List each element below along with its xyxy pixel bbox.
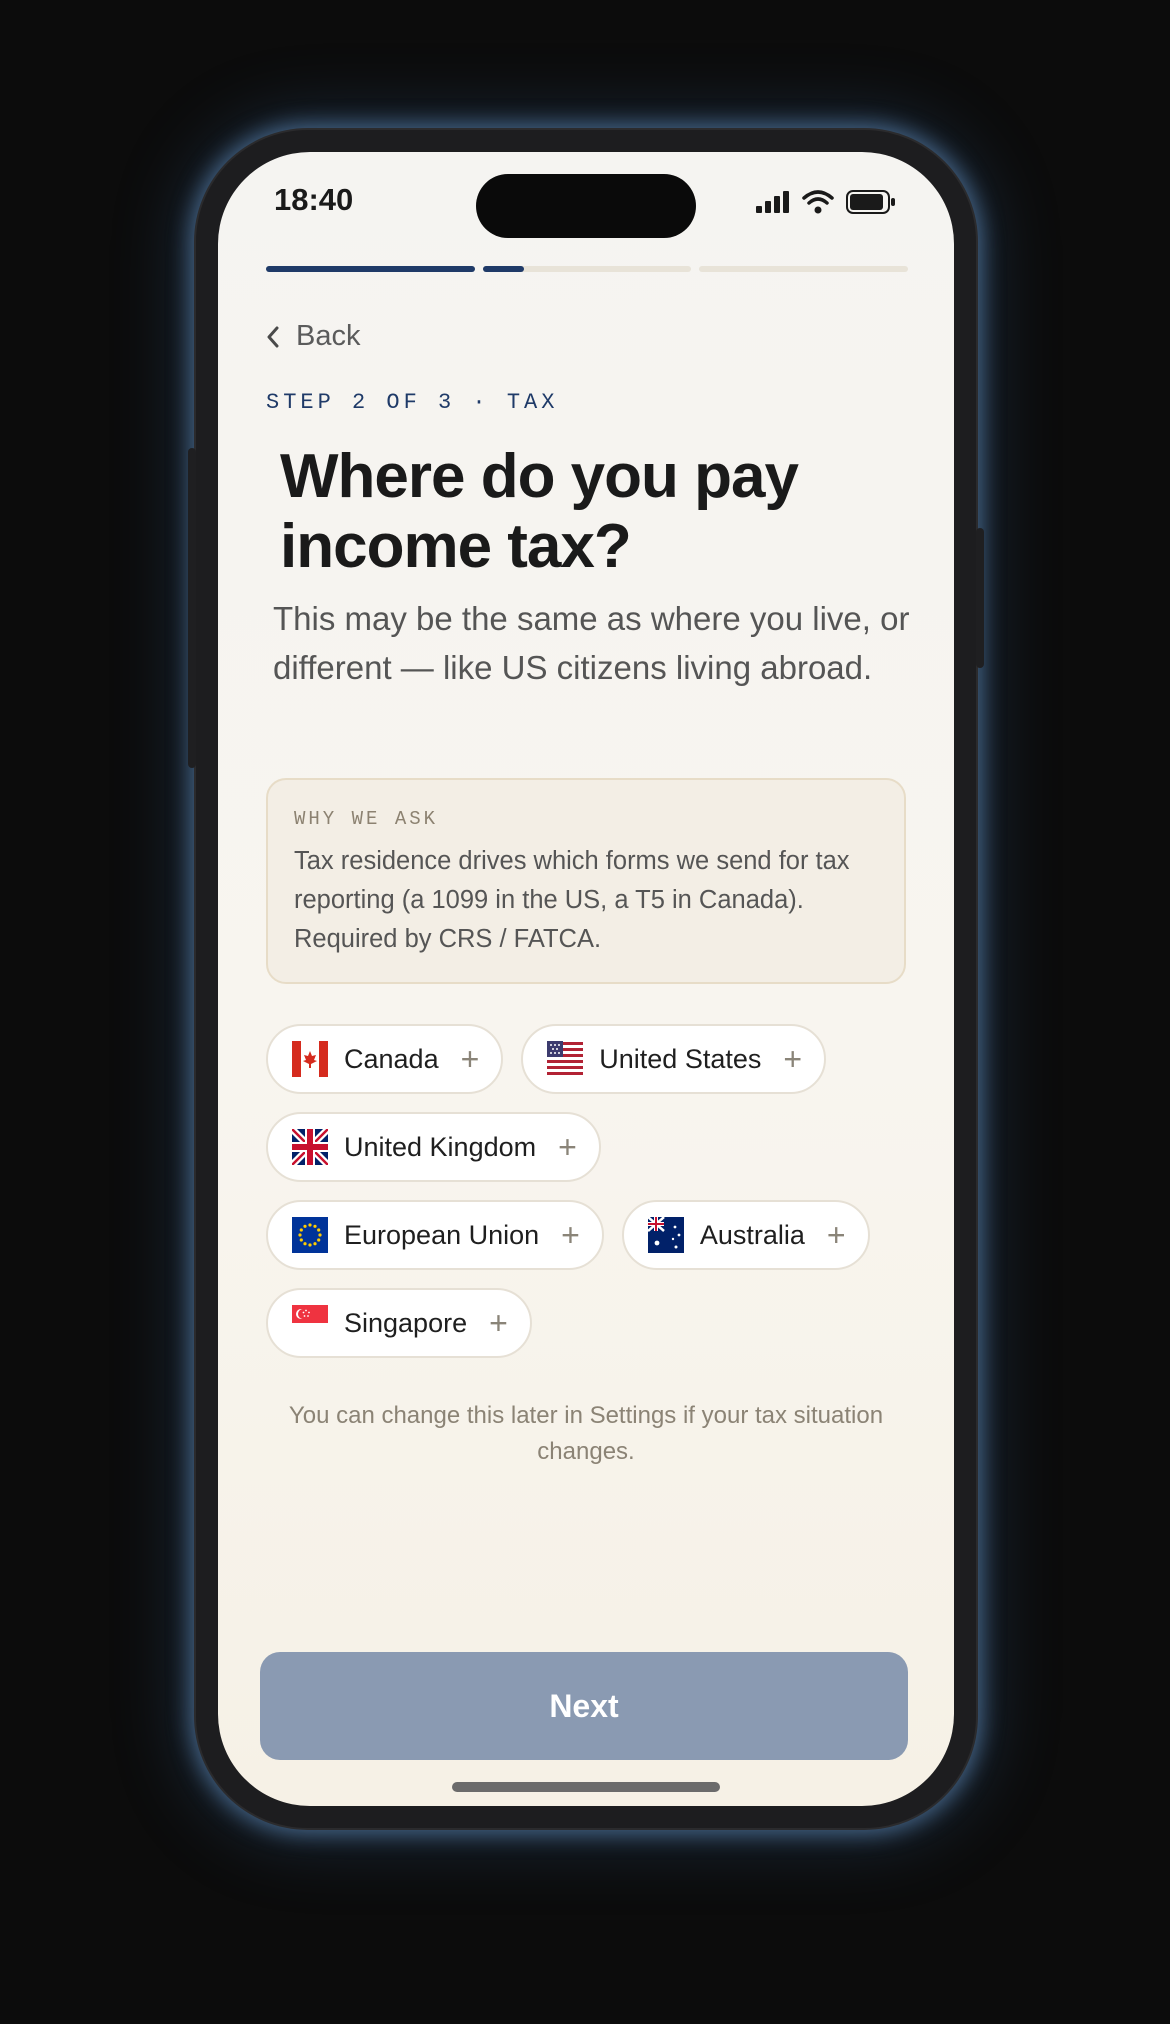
progress-segment	[699, 266, 908, 272]
australia-flag-icon	[647, 1217, 684, 1253]
back-button[interactable]: Back	[266, 320, 360, 353]
progress-bar	[266, 266, 908, 272]
next-button[interactable]: Next	[260, 1652, 908, 1760]
plus-icon: +	[561, 1217, 580, 1253]
screen: 18:40 Back STEP 2 OF 3 · TAX Where do yo…	[218, 152, 954, 1806]
uk-flag-icon	[292, 1129, 328, 1165]
country-chip-canada[interactable]: Canada +	[266, 1024, 504, 1094]
chip-label: Singapore	[344, 1307, 468, 1338]
chip-label: European Union	[344, 1219, 540, 1250]
country-chip-list: Canada + United States + United Kingdom …	[266, 1024, 916, 1358]
back-label: Back	[296, 320, 361, 352]
home-indicator[interactable]	[452, 1782, 720, 1792]
eu-flag-icon	[292, 1217, 328, 1253]
plus-icon: +	[489, 1305, 508, 1341]
country-chip-united-kingdom[interactable]: United Kingdom +	[266, 1112, 601, 1182]
progress-segment	[482, 266, 692, 272]
status-time: 18:40	[274, 182, 354, 217]
plus-icon: +	[460, 1041, 480, 1077]
plus-icon: +	[558, 1129, 577, 1165]
chip-label: United Kingdom	[344, 1131, 537, 1162]
country-chip-singapore[interactable]: Singapore +	[266, 1288, 532, 1358]
country-chip-australia[interactable]: Australia +	[621, 1200, 870, 1270]
us-flag-icon	[547, 1041, 584, 1077]
signal-icon	[756, 191, 789, 213]
page-subtitle: This may be the same as where you live, …	[273, 600, 910, 686]
chip-label: United States	[599, 1043, 762, 1074]
settings-footnote: You can change this later in Settings if…	[288, 1402, 884, 1465]
status-icons	[756, 190, 896, 214]
power-button	[976, 528, 984, 668]
plus-icon: +	[783, 1041, 803, 1077]
info-heading: WHY WE ASK	[294, 808, 439, 830]
info-text: Tax residence drives which forms we send…	[294, 847, 850, 953]
country-chip-european-union[interactable]: European Union +	[266, 1200, 604, 1270]
wifi-icon	[802, 190, 834, 214]
canada-flag-icon	[292, 1041, 328, 1077]
dynamic-island	[476, 174, 696, 238]
plus-icon: +	[826, 1217, 846, 1253]
why-we-ask-box: WHY WE ASK Tax residence drives which fo…	[266, 778, 906, 984]
battery-icon	[846, 190, 895, 214]
page-title: Where do you pay income tax?	[280, 442, 799, 581]
volume-button	[188, 448, 196, 768]
step-indicator: STEP 2 OF 3 · TAX	[266, 390, 559, 415]
chip-label: Canada	[344, 1043, 439, 1074]
progress-segment-fill	[266, 266, 475, 272]
chevron-left-icon	[267, 326, 279, 347]
country-chip-united-states[interactable]: United States +	[521, 1024, 827, 1094]
progress-segment	[266, 266, 475, 272]
singapore-flag-icon	[292, 1305, 328, 1341]
progress-segment-fill	[482, 266, 525, 272]
phone-frame: 18:40 Back STEP 2 OF 3 · TAX Where do yo…	[188, 130, 984, 1828]
chip-label: Australia	[699, 1219, 805, 1250]
